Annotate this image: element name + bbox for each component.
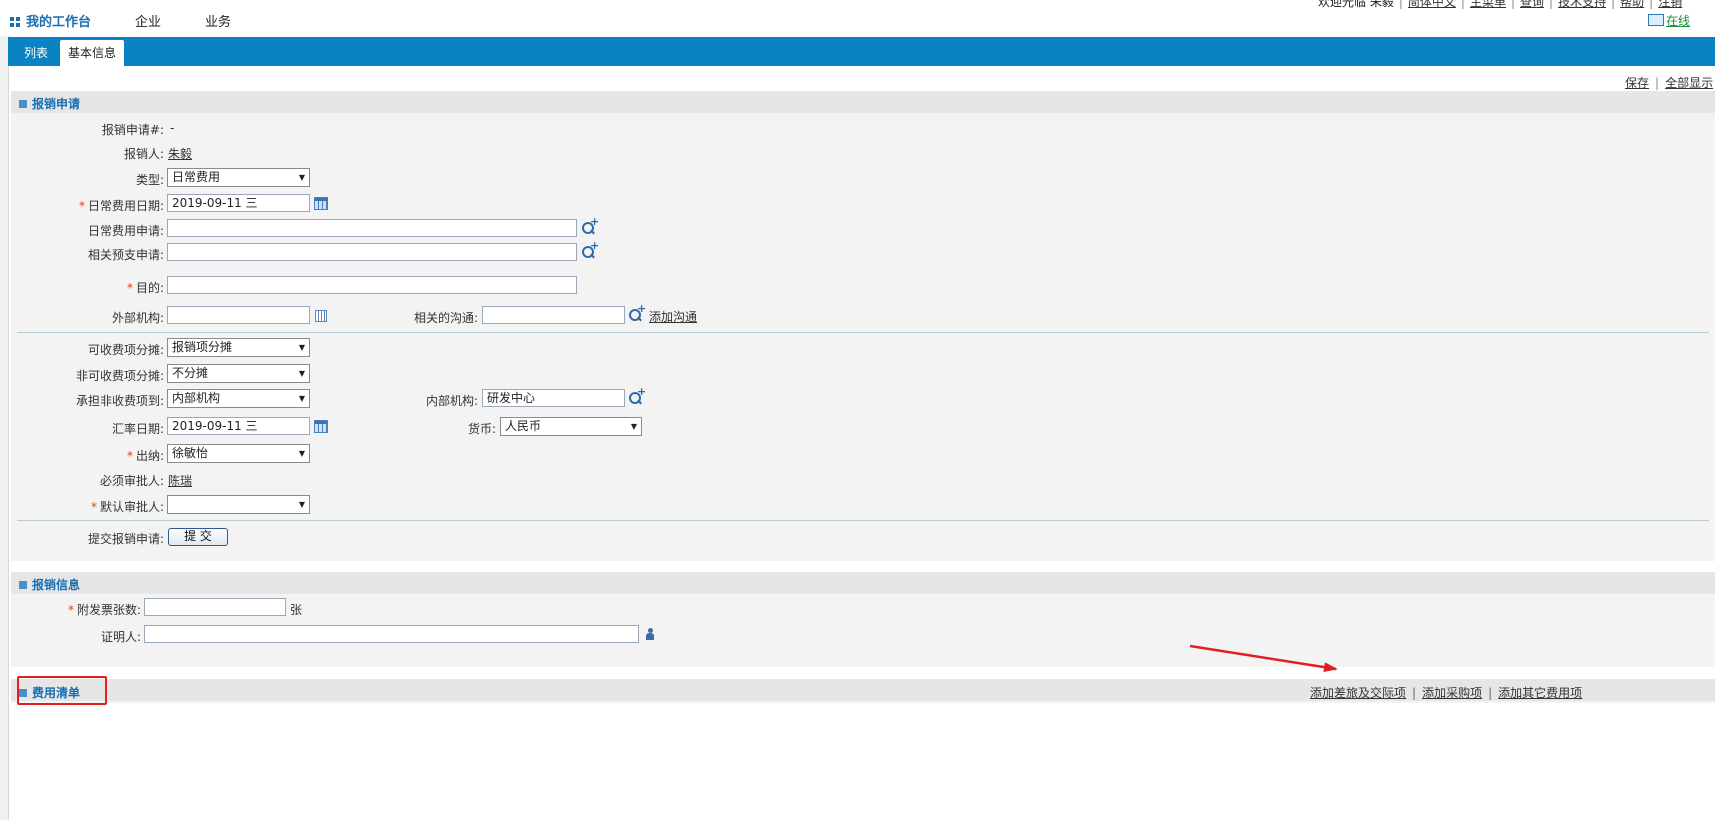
query-link[interactable]: 查询 bbox=[1520, 0, 1544, 9]
divider bbox=[17, 332, 1709, 333]
external-org-input[interactable] bbox=[167, 306, 310, 324]
daily-date-label-text: 日常费用日期: bbox=[87, 199, 164, 213]
top-links: 欢迎光临 朱毅 | 简体中文 | 主菜单 | 查询 | 技术支持 | 帮助 | 注销 bbox=[1318, 0, 1682, 10]
info-section-header: 报销信息 bbox=[11, 572, 1715, 594]
tab-basic-info[interactable]: 基本信息 bbox=[60, 40, 125, 66]
submit-label: 提交报销申请: bbox=[87, 532, 164, 546]
help-link[interactable]: 帮助 bbox=[1620, 0, 1644, 9]
currency-label: 货币: bbox=[467, 422, 496, 436]
chargeable-label: 可收费项分摊: bbox=[87, 343, 164, 357]
related-comm-input[interactable] bbox=[482, 306, 625, 324]
bear-to-label: 承担非收费项到: bbox=[75, 394, 164, 408]
chargeable-select[interactable]: 报销项分摊 bbox=[167, 338, 310, 357]
search-add-icon[interactable] bbox=[628, 302, 646, 323]
type-select[interactable]: 日常费用 bbox=[167, 168, 310, 187]
request-section-header: 报销申请 bbox=[11, 91, 1715, 113]
page-actions: 保存 | 全部显示 bbox=[1625, 76, 1714, 90]
save-link[interactable]: 保存 bbox=[1625, 76, 1649, 90]
witness-input[interactable] bbox=[144, 625, 639, 643]
request-no-value: - bbox=[170, 121, 175, 135]
purpose-input[interactable] bbox=[167, 276, 577, 294]
daily-date-input[interactable]: 2019-09-11 三 bbox=[167, 194, 310, 212]
tab-bar: 列表 基本信息 bbox=[8, 37, 1715, 66]
required-approver-link[interactable]: 陈瑞 bbox=[168, 472, 192, 489]
chat-icon bbox=[1648, 14, 1664, 26]
nonchargeable-select[interactable]: 不分摊 bbox=[167, 364, 310, 383]
submit-button[interactable]: 提 交 bbox=[168, 528, 228, 546]
invoices-label: * 附发票张数: bbox=[67, 603, 141, 617]
logout-link[interactable]: 注销 bbox=[1658, 0, 1682, 9]
person-picker-icon[interactable] bbox=[646, 628, 654, 640]
rate-date-label: 汇率日期: bbox=[111, 422, 164, 436]
add-comm-link[interactable]: 添加沟通 bbox=[649, 308, 697, 325]
related-comm-label: 相关的沟通: bbox=[413, 311, 478, 325]
cashier-select[interactable]: 徐敏怡 bbox=[167, 444, 310, 463]
left-collapse-bar[interactable] bbox=[0, 36, 9, 820]
tab-list[interactable]: 列表 bbox=[16, 40, 56, 66]
online-label: 在线 bbox=[1666, 14, 1691, 28]
type-label: 类型: bbox=[135, 173, 164, 187]
required-approver-label: 必须审批人: bbox=[99, 474, 164, 488]
language-link[interactable]: 简体中文 bbox=[1408, 0, 1456, 9]
grid-icon bbox=[10, 17, 20, 27]
add-other-link[interactable]: 添加其它费用项 bbox=[1498, 686, 1582, 700]
invoices-input[interactable] bbox=[144, 598, 286, 616]
daily-request-label: 日常费用申请: bbox=[87, 224, 164, 238]
add-travel-link[interactable]: 添加差旅及交际项 bbox=[1310, 686, 1406, 700]
advance-request-label: 相关预支申请: bbox=[87, 248, 164, 262]
main-menu-link[interactable]: 主菜单 bbox=[1470, 0, 1506, 9]
applicant-link[interactable]: 朱毅 bbox=[168, 145, 192, 162]
request-section bbox=[11, 91, 1715, 561]
cashier-label: * 出纳: bbox=[126, 449, 164, 463]
request-no-label: 报销申请#: bbox=[101, 123, 164, 137]
invoices-label-text: 附发票张数: bbox=[76, 603, 141, 617]
currency-select[interactable]: 人民币 bbox=[500, 417, 642, 436]
brand-label: 我的工作台 bbox=[26, 15, 92, 30]
info-section-title: 报销信息 bbox=[19, 576, 80, 593]
calendar-icon[interactable] bbox=[314, 197, 328, 210]
external-org-label: 外部机构: bbox=[111, 311, 164, 325]
nonchargeable-label: 非可收费项分摊: bbox=[75, 369, 164, 383]
default-approver-select[interactable] bbox=[167, 495, 310, 514]
top-nav: 我的工作台 企业 业务 欢迎光临 朱毅 | 简体中文 | 主菜单 | 查询 | 技术支持 | 帮助 |… bbox=[0, 0, 1715, 36]
expense-links: 添加差旅及交际项 | 添加采购项 | 添加其它费用项 bbox=[1310, 686, 1583, 700]
menu-enterprise[interactable]: 企业 bbox=[135, 11, 161, 30]
request-section-title: 报销申请 bbox=[19, 95, 80, 112]
purpose-label: * 目的: bbox=[126, 281, 164, 295]
support-link[interactable]: 技术支持 bbox=[1558, 0, 1606, 9]
welcome-text: 欢迎光临 朱毅 bbox=[1318, 0, 1394, 9]
witness-label: 证明人: bbox=[100, 630, 141, 644]
rate-date-input[interactable]: 2019-09-11 三 bbox=[167, 417, 310, 435]
default-approver-label-text: 默认审批人: bbox=[99, 500, 164, 514]
workbench-brand[interactable]: 我的工作台 bbox=[10, 11, 91, 30]
add-purchase-link[interactable]: 添加采购项 bbox=[1422, 686, 1482, 700]
menu-business[interactable]: 业务 bbox=[205, 11, 231, 30]
purpose-label-text: 目的: bbox=[135, 281, 164, 295]
annotation-box bbox=[17, 676, 107, 705]
bear-to-select[interactable]: 内部机构 bbox=[167, 389, 310, 408]
show-all-link[interactable]: 全部显示 bbox=[1665, 76, 1713, 90]
advance-request-input[interactable] bbox=[167, 243, 577, 261]
daily-request-input[interactable] bbox=[167, 219, 577, 237]
divider bbox=[17, 520, 1709, 521]
invoices-unit: 张 bbox=[290, 603, 303, 617]
search-add-icon[interactable] bbox=[581, 215, 599, 236]
internal-org-label: 内部机构: bbox=[425, 394, 478, 408]
applicant-label: 报销人: bbox=[123, 147, 164, 161]
calendar-icon[interactable] bbox=[314, 420, 328, 433]
search-add-icon[interactable] bbox=[581, 239, 599, 260]
internal-org-input[interactable]: 研发中心 bbox=[482, 389, 625, 407]
default-approver-label: * 默认审批人: bbox=[90, 500, 164, 514]
cashier-label-text: 出纳: bbox=[135, 449, 164, 463]
daily-date-label: * 日常费用日期: bbox=[78, 199, 164, 213]
search-add-icon[interactable] bbox=[628, 385, 646, 406]
online-status[interactable]: 在线 bbox=[1648, 12, 1690, 29]
org-picker-icon[interactable] bbox=[315, 310, 327, 322]
